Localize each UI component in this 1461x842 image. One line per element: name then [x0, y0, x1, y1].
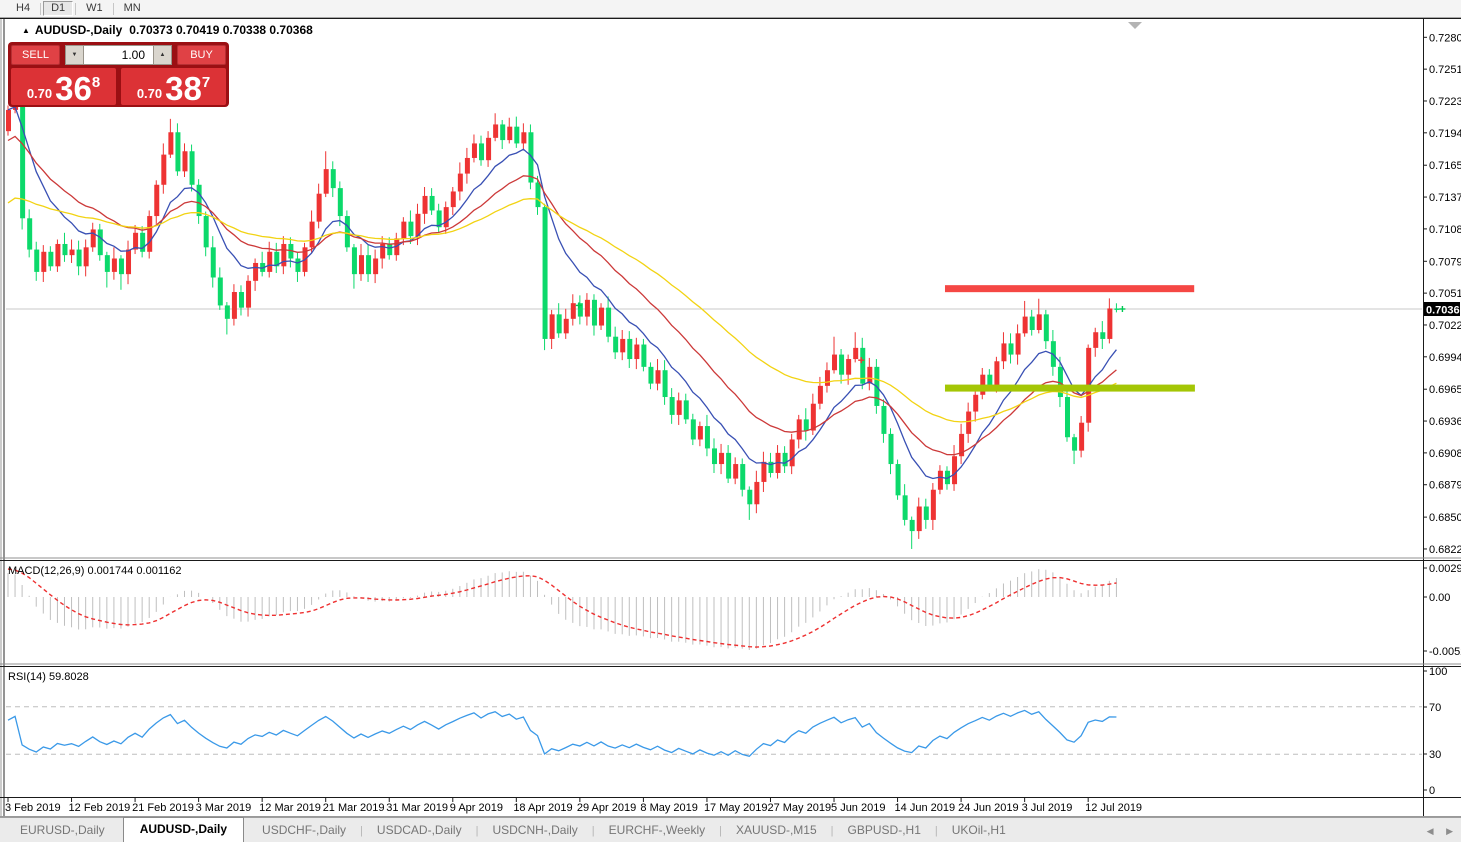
- date-axis-label: 17 May 2019: [704, 802, 768, 814]
- price-axis-label: 0.68220: [1429, 544, 1461, 556]
- macd-axis-label: 0.00: [1429, 592, 1450, 604]
- price-axis-label: 0.70225: [1429, 320, 1461, 332]
- macd-axis-label: 0.002984: [1429, 563, 1461, 575]
- rsi-axis-label: 100: [1429, 666, 1447, 678]
- chart-tab-gbpusd[interactable]: GBPUSD-,H1: [834, 819, 935, 842]
- price-axis-label: 0.69365: [1429, 416, 1461, 428]
- tab-scroll-arrows: ◀ ▶: [1417, 826, 1453, 837]
- scroll-left-icon[interactable]: ◀: [1427, 826, 1434, 836]
- date-axis-label: 21 Feb 2019: [132, 802, 194, 814]
- buy-price-display[interactable]: 0.70 38 7: [121, 68, 226, 105]
- chart-title: ▲ AUDUSD-,Daily 0.70373 0.70419 0.70338 0.…: [22, 23, 313, 37]
- macd-values: 0.001744 0.001162: [87, 565, 181, 577]
- sell-price-big: 36: [55, 72, 92, 105]
- price-axis-label: 0.68505: [1429, 512, 1461, 524]
- price-axis-label: 0.69080: [1429, 448, 1461, 460]
- sell-price-small: 0.70: [27, 86, 52, 101]
- price-axis-label: 0.68795: [1429, 480, 1461, 492]
- rsi-value: 59.8028: [49, 671, 89, 683]
- price-axis-label: 0.70510: [1429, 288, 1461, 300]
- date-axis-label: 12 Feb 2019: [69, 802, 131, 814]
- date-axis-label: 3 Feb 2019: [5, 802, 61, 814]
- volume-increment-button[interactable]: ▲: [153, 45, 172, 65]
- chart-tab-usdcnh[interactable]: USDCNH-,Daily: [478, 819, 591, 842]
- chart-tab-xauusd[interactable]: XAUUSD-,M15: [722, 819, 831, 842]
- volume-input[interactable]: 1.00: [84, 45, 153, 65]
- date-axis-label: 12 Mar 2019: [259, 802, 321, 814]
- toolbar-separator: [75, 3, 76, 15]
- price-axis-label: 0.71655: [1429, 160, 1461, 172]
- buy-price-small: 0.70: [137, 86, 162, 101]
- arrow-up-icon: ▲: [160, 52, 166, 58]
- buy-price-big: 38: [165, 72, 202, 105]
- date-axis-label: 14 Jun 2019: [895, 802, 956, 814]
- timeframe-toolbar: H4 D1 W1 MN: [0, 0, 1461, 18]
- date-axis-label: 29 Apr 2019: [577, 802, 636, 814]
- chart-tab-ukoil[interactable]: UKOil-,H1: [938, 819, 1020, 842]
- chart-tab-usdcad[interactable]: USDCAD-,Daily: [363, 819, 476, 842]
- chart-tab-bar: EURUSD-,DailyAUDUSD-,DailyUSDCHF-,Daily|…: [0, 817, 1461, 842]
- price-axis-label: 0.69650: [1429, 384, 1461, 396]
- price-axis-label: 0.71370: [1429, 192, 1461, 204]
- toolbar-separator: [113, 3, 114, 15]
- date-axis-label: 21 Mar 2019: [323, 802, 385, 814]
- timeframe-button-mn[interactable]: MN: [116, 1, 149, 16]
- price-axis-label: 0.72230: [1429, 96, 1461, 108]
- scroll-right-icon[interactable]: ▶: [1446, 826, 1453, 836]
- buy-price-sup: 7: [202, 74, 210, 91]
- price-axis-label: 0.72800: [1429, 32, 1461, 44]
- expand-triangle-icon: ▲: [22, 26, 30, 35]
- date-axis-label: 24 Jun 2019: [958, 802, 1019, 814]
- chart-tab-eurchf[interactable]: EURCHF-,Weekly: [595, 819, 719, 842]
- rsi-axis-label: 30: [1429, 749, 1441, 761]
- chart-tab-usdchf[interactable]: USDCHF-,Daily: [248, 819, 360, 842]
- sell-price-sup: 8: [92, 74, 100, 91]
- timeframe-button-w1[interactable]: W1: [78, 1, 111, 16]
- arrow-down-icon: ▼: [72, 52, 78, 58]
- toolbar-separator: [40, 3, 41, 15]
- buy-button[interactable]: BUY: [177, 45, 226, 65]
- date-axis-label: 3 Mar 2019: [196, 802, 252, 814]
- macd-axis-label: -0.005256: [1429, 646, 1461, 658]
- macd-title: MACD(12,26,9): [8, 565, 84, 577]
- rsi-axis-label: 0: [1429, 785, 1435, 797]
- date-axis-label: 12 Jul 2019: [1085, 802, 1142, 814]
- date-axis-label: 9 Apr 2019: [450, 802, 503, 814]
- date-axis-label: 31 Mar 2019: [386, 802, 448, 814]
- rsi-indicator-header: RSI(14) 59.8028: [8, 671, 89, 683]
- rsi-title: RSI(14): [8, 671, 46, 683]
- timeframe-button-d1[interactable]: D1: [43, 1, 73, 16]
- chart-ohlc-values: 0.70373 0.70419 0.70338 0.70368: [129, 23, 313, 37]
- current-price-label: 0.70368: [1426, 304, 1461, 316]
- volume-decrement-button[interactable]: ▼: [65, 45, 84, 65]
- chart-symbol-label: AUDUSD-,Daily: [35, 23, 122, 37]
- support-line: [945, 385, 1195, 392]
- price-axis-label: 0.71945: [1429, 128, 1461, 140]
- sell-price-display[interactable]: 0.70 36 8: [11, 68, 116, 105]
- timeframe-button-h4[interactable]: H4: [8, 1, 38, 16]
- date-axis-label: 27 May 2019: [767, 802, 831, 814]
- mt4-terminal-window: 0.72800 0.72515 0.72230 0.71945 0.71655 0.713…: [0, 0, 1461, 842]
- date-axis-label: 3 Jul 2019: [1022, 802, 1073, 814]
- date-axis-label: 8 May 2019: [640, 802, 697, 814]
- chart-tab-eurusd[interactable]: EURUSD-,Daily: [6, 819, 119, 842]
- date-axis-label: 18 Apr 2019: [513, 802, 572, 814]
- resistance-line: [945, 285, 1194, 292]
- rsi-axis-label: 70: [1429, 702, 1441, 714]
- macd-indicator-header: MACD(12,26,9) 0.001744 0.001162: [8, 565, 181, 577]
- price-axis-label: 0.72515: [1429, 64, 1461, 76]
- one-click-trading-panel: SELL ▼ 1.00 ▲ BUY 0.70 36 8 0.70 38 7: [8, 42, 229, 107]
- price-axis-label: 0.71085: [1429, 224, 1461, 236]
- price-axis-label: 0.69940: [1429, 352, 1461, 364]
- price-axis-label: 0.70795: [1429, 256, 1461, 268]
- chart-tab-audusd[interactable]: AUDUSD-,Daily: [123, 817, 244, 842]
- price-chart: 0.72800 0.72515 0.72230 0.71945 0.71655 0.713…: [0, 0, 1461, 842]
- date-axis-label: 5 Jun 2019: [831, 802, 885, 814]
- sell-button[interactable]: SELL: [11, 45, 60, 65]
